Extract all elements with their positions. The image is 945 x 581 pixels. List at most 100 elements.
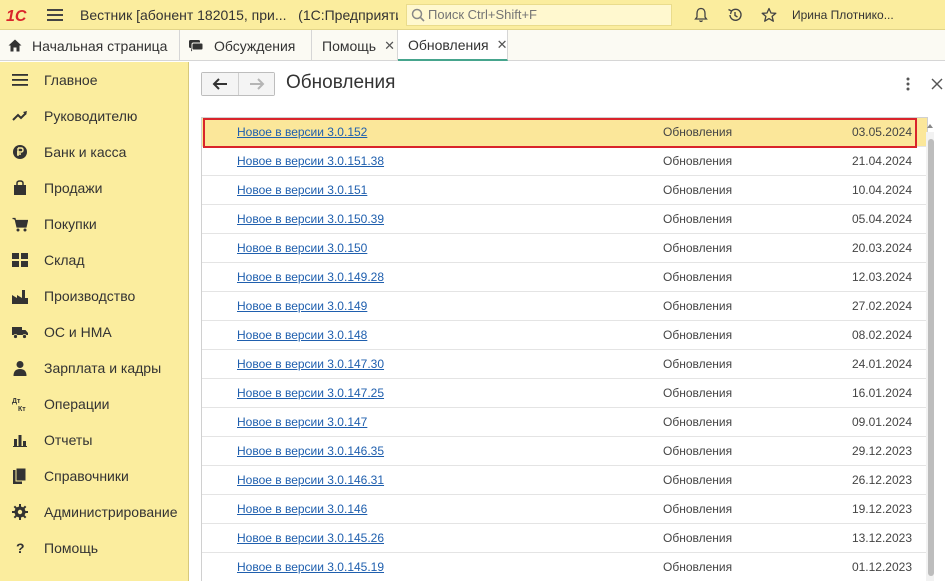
- sidebar-item-production[interactable]: Производство: [0, 278, 188, 314]
- tab-updates[interactable]: Обновления ✕: [398, 30, 508, 61]
- sidebar-item-warehouse[interactable]: Склад: [0, 242, 188, 278]
- update-title-link[interactable]: Новое в версии 3.0.149: [237, 299, 367, 313]
- tab-home[interactable]: Начальная страница: [0, 30, 180, 61]
- table-row[interactable]: Новое в версии 3.0.147 Обновления 09.01.20…: [202, 408, 927, 437]
- update-title-link[interactable]: Новое в версии 3.0.149.28: [237, 270, 384, 284]
- search-icon: [411, 8, 425, 22]
- update-date: 03.05.2024: [851, 125, 912, 139]
- update-title-link[interactable]: Новое в версии 3.0.146.35: [237, 444, 384, 458]
- more-actions-icon[interactable]: [898, 74, 918, 94]
- ruble-icon: [11, 143, 29, 161]
- page-title: Обновления: [286, 72, 396, 93]
- table-row[interactable]: Новое в версии 3.0.145.19 Обновления 01.12…: [202, 553, 927, 581]
- table-row[interactable]: Новое в версии 3.0.145.26 Обновления 13.12…: [202, 524, 927, 553]
- sidebar-item-assets[interactable]: ОС и НМА: [0, 314, 188, 350]
- update-title-link[interactable]: Новое в версии 3.0.145.26: [237, 531, 384, 545]
- table-row[interactable]: Новое в версии 3.0.146 Обновления 19.12.20…: [202, 495, 927, 524]
- updates-form: Обновления Новое в версии 3.0.152 Обновле…: [190, 62, 945, 581]
- table-row[interactable]: Новое в версии 3.0.147.30 Обновления 24.01…: [202, 350, 927, 379]
- table-row[interactable]: Новое в версии 3.0.146.35 Обновления 29.12…: [202, 437, 927, 466]
- sidebar-item-bank[interactable]: Банк и касса: [0, 134, 188, 170]
- update-title-link[interactable]: Новое в версии 3.0.150: [237, 241, 367, 255]
- global-search[interactable]: [406, 3, 672, 26]
- sidebar-item-manager[interactable]: Руководителю: [0, 98, 188, 134]
- bell-icon[interactable]: [684, 0, 718, 30]
- update-category: Обновления: [663, 415, 733, 429]
- arrow-left-icon: [212, 78, 227, 90]
- update-title-link[interactable]: Новое в версии 3.0.151.38: [237, 154, 384, 168]
- star-icon[interactable]: [752, 0, 786, 30]
- table-row[interactable]: Новое в версии 3.0.148 Обновления 08.02.20…: [202, 321, 927, 350]
- user-name[interactable]: Ирина Плотнико...: [792, 8, 900, 22]
- sidebar-item-help[interactable]: ? Помощь: [0, 530, 188, 566]
- sidebar-item-main[interactable]: Главное: [0, 62, 188, 98]
- update-date: 27.02.2024: [851, 299, 912, 313]
- sidebar-item-sales[interactable]: Продажи: [0, 170, 188, 206]
- sidebar-item-purchases[interactable]: Покупки: [0, 206, 188, 242]
- update-title-link[interactable]: Новое в версии 3.0.148: [237, 328, 367, 342]
- scroll-up-icon[interactable]: [926, 122, 934, 130]
- update-date: 05.04.2024: [851, 212, 912, 226]
- svg-text:Дт: Дт: [12, 398, 21, 405]
- navigation-buttons: [201, 72, 275, 96]
- update-date: 19.12.2023: [851, 502, 912, 516]
- tab-label: Обновления: [408, 36, 489, 53]
- update-category: Обновления: [663, 212, 733, 226]
- table-row[interactable]: Новое в версии 3.0.152 Обновления 03.05.20…: [202, 118, 927, 147]
- table-row[interactable]: Новое в версии 3.0.149 Обновления 27.02.20…: [202, 292, 927, 321]
- back-button[interactable]: [202, 73, 238, 95]
- history-icon[interactable]: [718, 0, 752, 30]
- update-category: Обновления: [663, 444, 733, 458]
- update-date: 20.03.2024: [851, 241, 912, 255]
- update-title-link[interactable]: Новое в версии 3.0.150.39: [237, 212, 384, 226]
- cart-icon: [11, 215, 29, 233]
- update-date: 29.12.2023: [851, 444, 912, 458]
- update-category: Обновления: [663, 183, 733, 197]
- update-title-link[interactable]: Новое в версии 3.0.151: [237, 183, 367, 197]
- title-bar: 1С Вестник [абонент 182015, при... (1С:П…: [0, 0, 945, 30]
- main-menu-icon[interactable]: [40, 0, 70, 30]
- update-category: Обновления: [663, 270, 733, 284]
- trend-icon: [11, 107, 29, 125]
- close-icon[interactable]: [927, 74, 945, 94]
- update-title-link[interactable]: Новое в версии 3.0.147.30: [237, 357, 384, 371]
- close-tab-icon[interactable]: ✕: [384, 38, 395, 54]
- close-tab-icon[interactable]: ✕: [497, 37, 508, 53]
- update-title-link[interactable]: Новое в версии 3.0.145.19: [237, 560, 384, 574]
- sidebar-item-administration[interactable]: Администрирование: [0, 494, 188, 530]
- update-title-link[interactable]: Новое в версии 3.0.146.31: [237, 473, 384, 487]
- update-category: Обновления: [663, 125, 733, 139]
- table-row[interactable]: Новое в версии 3.0.147.25 Обновления 16.01…: [202, 379, 927, 408]
- update-date: 08.02.2024: [851, 328, 912, 342]
- grid-icon: [11, 251, 29, 269]
- sidebar-item-directories[interactable]: Справочники: [0, 458, 188, 494]
- update-date: 16.01.2024: [851, 386, 912, 400]
- table-row[interactable]: Новое в версии 3.0.150.39 Обновления 05.04…: [202, 205, 927, 234]
- update-date: 21.04.2024: [851, 154, 912, 168]
- tab-help[interactable]: Помощь ✕: [312, 30, 398, 61]
- sidebar-item-operations[interactable]: Дт Кт Операции: [0, 386, 188, 422]
- table-row[interactable]: Новое в версии 3.0.151.38 Обновления 21.04…: [202, 147, 927, 176]
- forward-button[interactable]: [238, 73, 274, 95]
- search-input[interactable]: [428, 7, 668, 22]
- update-date: 01.12.2023: [851, 560, 912, 574]
- update-title-link[interactable]: Новое в версии 3.0.147.25: [237, 386, 384, 400]
- table-row[interactable]: Новое в версии 3.0.151 Обновления 10.04.20…: [202, 176, 927, 205]
- tab-discussions[interactable]: Обсуждения: [180, 30, 312, 61]
- table-row[interactable]: Новое в версии 3.0.150 Обновления 20.03.20…: [202, 234, 927, 263]
- update-category: Обновления: [663, 241, 733, 255]
- update-title-link[interactable]: Новое в версии 3.0.146: [237, 502, 367, 516]
- table-row[interactable]: Новое в версии 3.0.149.28 Обновления 12.03…: [202, 263, 927, 292]
- sidebar-item-hr[interactable]: Зарплата и кадры: [0, 350, 188, 386]
- update-category: Обновления: [663, 531, 733, 545]
- bar-chart-icon: [11, 431, 29, 449]
- scrollbar-thumb[interactable]: [928, 139, 934, 576]
- update-date: 13.12.2023: [851, 531, 912, 545]
- update-category: Обновления: [663, 299, 733, 313]
- table-row[interactable]: Новое в версии 3.0.146.31 Обновления 26.12…: [202, 466, 927, 495]
- sidebar-item-reports[interactable]: Отчеты: [0, 422, 188, 458]
- update-category: Обновления: [663, 154, 733, 168]
- person-icon: [11, 359, 29, 377]
- update-title-link[interactable]: Новое в версии 3.0.152: [237, 125, 367, 139]
- update-title-link[interactable]: Новое в версии 3.0.147: [237, 415, 367, 429]
